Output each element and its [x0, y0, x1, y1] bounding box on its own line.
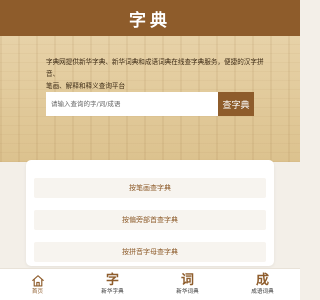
cheng-glyph-icon: 成	[255, 273, 269, 288]
tab-chengyu-cidian-label: 成语词典	[251, 289, 274, 295]
tab-xinhua-cidian[interactable]: 词 新华词典	[150, 269, 225, 300]
intro-line-1: 字典网提供新华字典、新华词典和成语词典在线查字典服务，便捷的汉字拼音、	[46, 58, 264, 78]
zi-glyph-icon: 字	[105, 273, 119, 288]
search-button[interactable]: 查字典	[218, 92, 254, 116]
site-intro: 字典网提供新华字典、新华词典和成语词典在线查字典服务，便捷的汉字拼音、 笔画、解…	[46, 56, 264, 92]
tab-xinhua-cidian-label: 新华词典	[176, 289, 199, 295]
page-title: 字典	[129, 10, 171, 31]
ci-glyph-icon: 词	[180, 273, 194, 288]
tab-xinhua-zidian[interactable]: 字 新华字典	[75, 269, 150, 300]
lookup-by-strokes-link[interactable]: 按笔画查字典	[34, 178, 266, 198]
lookup-by-radical-link[interactable]: 按偏旁部首查字典	[34, 210, 266, 230]
tab-xinhua-zidian-label: 新华字典	[101, 289, 124, 295]
tab-home-label: 首页	[31, 288, 44, 295]
top-header: 字典	[0, 0, 300, 36]
tab-chengyu-cidian[interactable]: 成 成语词典	[225, 269, 300, 300]
search-input[interactable]	[46, 92, 218, 116]
lookup-by-pinyin-link[interactable]: 按拼音字母查字典	[34, 242, 266, 262]
bottom-tab-bar: 首页 字 新华字典 词 新华词典 成 成语词典	[0, 268, 300, 300]
intro-line-2: 笔画、解释和释义查询平台	[46, 82, 126, 90]
home-icon	[31, 274, 44, 287]
search-form: 查字典	[46, 92, 254, 116]
tab-home[interactable]: 首页	[0, 269, 75, 300]
